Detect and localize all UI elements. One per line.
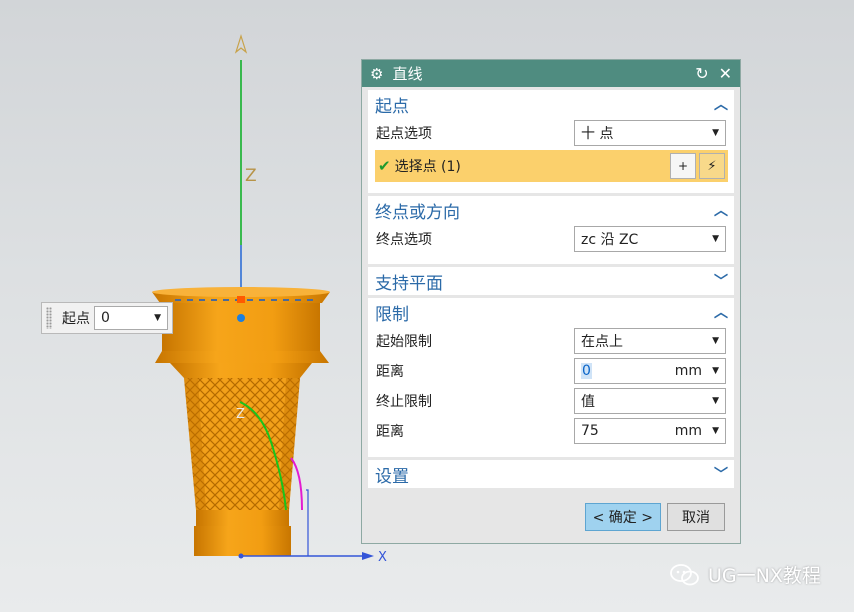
distance-start-value: 0 (581, 363, 592, 379)
dialog-titlebar[interactable]: ⚙ 直线 ↻ ✕ (362, 60, 740, 87)
end-limit-row: 终止限制 值 ▼ (368, 386, 734, 416)
start-point-marker (237, 296, 245, 303)
drag-grip-icon[interactable] (46, 307, 52, 329)
start-limit-select[interactable]: 在点上 ▼ (574, 328, 726, 354)
chevron-down-icon: ▼ (712, 234, 719, 244)
ok-button[interactable]: < 确定 > (584, 503, 661, 531)
section-settings: 设置 ﹀ (368, 460, 734, 488)
start-option-label: 起点选项 (376, 126, 432, 142)
dialog-footer: < 确定 > 取消 (584, 503, 725, 531)
chevron-up-icon[interactable]: ︿ (714, 200, 728, 220)
section-title: 限制 (375, 304, 409, 325)
line-dialog: ⚙ 直线 ↻ ✕ 起点 ︿ 起点选项 十 点 ▼ ✔ 选择点 (1) + ⚡ 终… (361, 59, 741, 544)
section-end-direction: 终点或方向 ︿ 终点选项 zc 沿 ZC ▼ (368, 196, 734, 264)
blue-reference-lines (306, 489, 309, 556)
point-dialog-button[interactable]: + (670, 153, 696, 179)
chevron-down-icon[interactable]: ▼ (712, 366, 719, 376)
end-limit-select[interactable]: 值 ▼ (574, 388, 726, 414)
part-base (194, 526, 291, 556)
origin-point-marker (237, 314, 245, 322)
chevron-down-icon[interactable]: ﹀ (714, 464, 728, 484)
start-option-select[interactable]: 十 点 ▼ (574, 120, 726, 146)
chevron-up-icon[interactable]: ︿ (714, 94, 728, 114)
end-limit-value: 值 (581, 394, 595, 410)
end-limit-label: 终止限制 (376, 394, 432, 410)
start-limit-value: 在点上 (581, 334, 623, 350)
select-point-row[interactable]: ✔ 选择点 (1) + ⚡ (375, 150, 728, 182)
chevron-down-icon[interactable]: ﹀ (714, 271, 728, 291)
chevron-down-icon: ▼ (712, 396, 719, 406)
float-widget-label: 起点 (62, 311, 90, 327)
origin-small-marker (238, 553, 244, 559)
distance-end-value: 75 (581, 423, 599, 439)
watermark-text: UG一NX教程 (708, 565, 821, 587)
float-select-value: 0 (101, 310, 110, 326)
distance-end-input[interactable]: 75 mm ▼ (574, 418, 726, 444)
chevron-down-icon[interactable]: ▼ (712, 426, 719, 436)
watermark: UG一NX教程 (670, 561, 821, 588)
section-title: 设置 (375, 466, 409, 487)
z-axis-arrow-icon (234, 33, 248, 54)
z-axis-label: Z (245, 166, 257, 186)
dialog-title: 直线 (392, 65, 423, 83)
part-flange-top-rim (152, 287, 330, 297)
section-start-point-header[interactable]: 起点 ︿ (368, 90, 734, 118)
section-limits: 限制 ︿ 起始限制 在点上 ▼ 距离 0 mm ▼ 终止限制 值 ▼ 距离 75… (368, 298, 734, 457)
part-lower-ring (196, 510, 289, 526)
end-option-select[interactable]: zc 沿 ZC ▼ (574, 226, 726, 252)
inferred-point-button[interactable]: ⚡ (699, 153, 725, 179)
start-point-float-widget: 起点 0 ▼ (41, 302, 173, 334)
part-upper-body (162, 303, 320, 351)
section-limits-header[interactable]: 限制 ︿ (368, 298, 734, 326)
end-option-row: 终点选项 zc 沿 ZC ▼ (368, 224, 734, 254)
section-start-point: 起点 ︿ 起点选项 十 点 ▼ ✔ 选择点 (1) + ⚡ (368, 90, 734, 193)
part-middle-flange (155, 351, 329, 363)
check-icon: ✔ (378, 157, 391, 175)
select-point-label: 选择点 (1) (394, 159, 461, 175)
x-axis-arrow-icon (362, 552, 374, 560)
start-option-value: 十 点 (581, 126, 614, 142)
section-support-plane-header[interactable]: 支持平面 ﹀ (368, 267, 734, 295)
distance-end-row: 距离 75 mm ▼ (368, 416, 734, 446)
part-neck (170, 363, 312, 378)
end-option-value: zc 沿 ZC (581, 232, 639, 248)
x-axis-label: X (378, 550, 387, 565)
start-point-float-select[interactable]: 0 ▼ (94, 306, 168, 330)
end-option-label: 终点选项 (376, 232, 432, 248)
start-limit-row: 起始限制 在点上 ▼ (368, 326, 734, 356)
section-support-plane: 支持平面 ﹀ (368, 267, 734, 295)
chevron-down-icon: ▼ (712, 128, 719, 138)
distance-start-unit: mm (674, 363, 703, 379)
grip-axis-hint: Z (236, 407, 245, 422)
chevron-up-icon[interactable]: ︿ (714, 302, 728, 322)
distance-end-unit: mm (674, 423, 703, 439)
point-constructor-icon: + (677, 159, 689, 173)
distance-start-row: 距离 0 mm ▼ (368, 356, 734, 386)
start-option-row: 起点选项 十 点 ▼ (368, 118, 734, 148)
distance-end-label: 距离 (376, 424, 404, 440)
gear-icon: ⚙ (370, 64, 384, 83)
section-title: 终点或方向 (375, 202, 460, 223)
start-limit-label: 起始限制 (376, 334, 432, 350)
distance-start-input[interactable]: 0 mm ▼ (574, 358, 726, 384)
distance-start-label: 距离 (376, 364, 404, 380)
section-title: 支持平面 (375, 273, 443, 294)
chevron-down-icon: ▼ (712, 336, 719, 346)
section-title: 起点 (375, 96, 409, 117)
close-icon[interactable]: ✕ (719, 64, 732, 83)
section-end-direction-header[interactable]: 终点或方向 ︿ (368, 196, 734, 224)
section-settings-header[interactable]: 设置 ﹀ (368, 460, 734, 488)
cancel-button[interactable]: 取消 (667, 503, 725, 531)
reset-icon[interactable]: ↻ (695, 64, 708, 83)
lightning-icon: ⚡ (707, 158, 717, 174)
wechat-icon (670, 563, 699, 585)
chevron-down-icon: ▼ (154, 313, 161, 323)
